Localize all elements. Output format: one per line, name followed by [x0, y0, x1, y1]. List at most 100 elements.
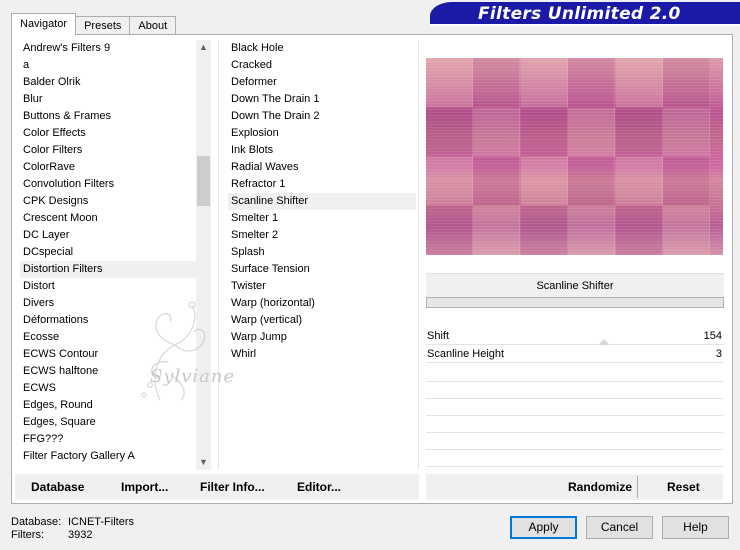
filter-item[interactable]: Surface Tension	[228, 261, 416, 278]
filter-item[interactable]: Scanline Shifter	[228, 193, 416, 210]
param-value: 154	[703, 330, 722, 342]
category-item[interactable]: a	[20, 57, 198, 74]
preview-tile	[426, 58, 473, 107]
filter-item[interactable]: Smelter 1	[228, 210, 416, 227]
scroll-down-arrow-icon[interactable]: ▼	[196, 455, 211, 470]
filter-item[interactable]: Ink Blots	[228, 142, 416, 159]
tab-presets[interactable]: Presets	[75, 16, 131, 35]
preview-tile	[426, 108, 473, 157]
editor-button[interactable]: Editor...	[297, 480, 341, 494]
empty-param-row	[426, 466, 724, 467]
preview-tile	[521, 58, 568, 107]
database-value: ICNET-Filters	[68, 516, 134, 528]
filter-preview	[426, 58, 723, 255]
filter-item[interactable]: Refractor 1	[228, 176, 416, 193]
filter-item[interactable]: Black Hole	[228, 40, 416, 57]
category-item[interactable]: Color Filters	[20, 142, 198, 159]
filter-item[interactable]: Smelter 2	[228, 227, 416, 244]
list-divider	[418, 40, 419, 470]
empty-param-row	[426, 398, 724, 399]
filter-item[interactable]: Radial Waves	[228, 159, 416, 176]
category-item[interactable]: Distortion Filters	[20, 261, 198, 278]
cancel-button[interactable]: Cancel	[586, 516, 653, 539]
settings-title: Scanline Shifter	[426, 273, 724, 297]
filter-item[interactable]: Down The Drain 1	[228, 91, 416, 108]
help-button[interactable]: Help	[662, 516, 729, 539]
banner-title: Filters Unlimited 2.0	[478, 4, 681, 24]
category-item[interactable]: Crescent Moon	[20, 210, 198, 227]
empty-param-row	[426, 415, 724, 416]
preview-tile	[521, 206, 568, 255]
category-item[interactable]: FFG???	[20, 431, 198, 448]
filter-item[interactable]: Down The Drain 2	[228, 108, 416, 125]
filter-info-button[interactable]: Filter Info...	[200, 480, 265, 494]
filter-item[interactable]: Explosion	[228, 125, 416, 142]
scrollbar-thumb[interactable]	[197, 156, 210, 206]
apply-button[interactable]: Apply	[510, 516, 577, 539]
tab-navigator[interactable]: Navigator	[11, 13, 77, 35]
category-item[interactable]: Andrew's Filters 9	[20, 40, 198, 57]
category-item[interactable]: Edges, Square	[20, 414, 198, 431]
preview-tile	[568, 156, 615, 205]
param-row-shift[interactable]: Shift 154	[426, 328, 724, 345]
empty-param-row	[426, 381, 724, 382]
preview-tile	[663, 58, 710, 107]
category-item[interactable]: Distort	[20, 278, 198, 295]
preview-tile	[663, 156, 710, 205]
preview-tile	[426, 156, 473, 205]
reset-button[interactable]: Reset	[667, 480, 700, 494]
settings-separator-bar	[426, 297, 724, 308]
category-item[interactable]: ColorRave	[20, 159, 198, 176]
filter-list: Black Hole Cracked Deformer Down The Drain …	[228, 40, 416, 363]
param-name: Scanline Height	[427, 348, 505, 360]
filter-item[interactable]: Warp Jump	[228, 329, 416, 346]
category-item[interactable]: DCspecial	[20, 244, 198, 261]
param-value: 3	[715, 348, 722, 360]
preview-tile	[568, 58, 615, 107]
param-row-scanline-height[interactable]: Scanline Height 3	[426, 346, 724, 363]
category-item[interactable]: Filter Factory Gallery A	[20, 448, 198, 465]
empty-param-row	[426, 432, 724, 433]
watermark-text: Sylviane	[150, 366, 236, 387]
category-item[interactable]: Buttons & Frames	[20, 108, 198, 125]
category-item[interactable]: Balder Olrik	[20, 74, 198, 91]
preview-tile	[521, 156, 568, 205]
param-name: Shift	[427, 330, 450, 342]
scroll-up-arrow-icon[interactable]: ▲	[196, 40, 211, 55]
filters-label: Filters:	[11, 529, 44, 541]
preview-tile	[663, 206, 710, 255]
preview-tile	[663, 108, 710, 157]
preview-tile	[473, 58, 520, 107]
import-button[interactable]: Import...	[121, 480, 168, 494]
filter-item[interactable]: Deformer	[228, 74, 416, 91]
preview-tile	[568, 108, 615, 157]
category-item[interactable]: Convolution Filters	[20, 176, 198, 193]
preview-tile	[616, 156, 663, 205]
preview-tile	[426, 206, 473, 255]
category-item[interactable]: Color Effects	[20, 125, 198, 142]
filter-item[interactable]: Twister	[228, 278, 416, 295]
filter-item[interactable]: Warp (horizontal)	[228, 295, 416, 312]
preview-tile	[521, 108, 568, 157]
filter-item[interactable]: Whirl	[228, 346, 416, 363]
preview-tile	[616, 58, 663, 107]
randomize-button[interactable]: Randomize	[568, 480, 632, 494]
category-item[interactable]: CPK Designs	[20, 193, 198, 210]
filters-count: 3932	[68, 529, 93, 541]
filter-item[interactable]: Cracked	[228, 57, 416, 74]
tab-strip: Navigator Presets About	[11, 13, 177, 35]
database-label: Database:	[11, 516, 62, 528]
watermark-flourish-icon	[141, 301, 206, 401]
preview-tile	[616, 108, 663, 157]
empty-param-row	[426, 449, 724, 450]
filter-item[interactable]: Splash	[228, 244, 416, 261]
preview-tile	[616, 206, 663, 255]
preview-tile	[473, 108, 520, 157]
database-button[interactable]: Database	[31, 480, 84, 494]
filter-item[interactable]: Warp (vertical)	[228, 312, 416, 329]
tab-about[interactable]: About	[129, 16, 177, 35]
category-item[interactable]: DC Layer	[20, 227, 198, 244]
category-item[interactable]: Blur	[20, 91, 198, 108]
preview-tile	[568, 206, 615, 255]
slider-indicator[interactable]	[598, 339, 610, 345]
